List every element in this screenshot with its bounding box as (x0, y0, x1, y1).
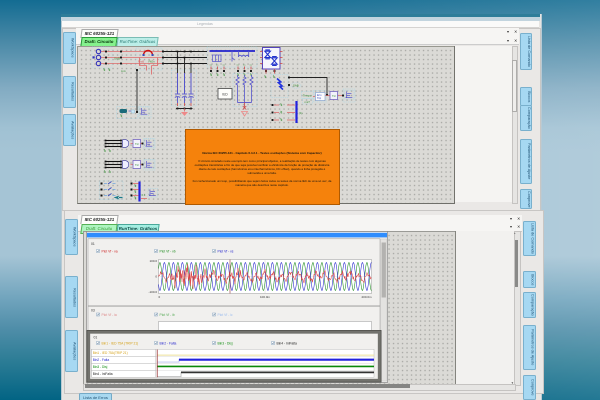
svg-text:Td: Td (332, 94, 336, 98)
svg-text:(1): (1) (299, 111, 302, 115)
svg-text:Bin4 - IniFalta: Bin4 - IniFalta (277, 342, 298, 346)
svg-text:Bin4 - IniFalta: Bin4 - IniFalta (93, 372, 113, 376)
svg-text:Plot Vf - ic: Plot Vf - ic (218, 313, 233, 317)
svg-text:Bin2 - Falta: Bin2 - Falta (160, 342, 177, 346)
svg-text:va: va (210, 65, 213, 67)
svg-text:ms?: ms? (305, 100, 311, 104)
svg-text:-100.0: -100.0 (148, 290, 157, 294)
svg-text:Bin1 - IED 75A(TRIP 21): Bin1 - IED 75A(TRIP 21) (93, 351, 128, 355)
svg-text:Tempo: Tempo (303, 94, 312, 98)
svg-text:Td: Td (135, 142, 139, 146)
svg-text:Bin1 - IED 75A (TRIP 21): Bin1 - IED 75A (TRIP 21) (102, 342, 139, 346)
svg-text:Bin3 - Disj: Bin3 - Disj (93, 365, 108, 369)
svg-text:va: va (243, 65, 246, 67)
svg-text:Plot Vf - va: Plot Vf - va (102, 250, 118, 254)
svg-text:IED: IED (222, 93, 228, 97)
svg-text:PhaB: PhaB (138, 61, 144, 64)
svg-text:Plot Vf - ia: Plot Vf - ia (102, 313, 117, 317)
svg-text:03: 03 (91, 309, 95, 313)
svg-text:Bin2 - Falta: Bin2 - Falta (93, 358, 110, 362)
svg-text:6.1: 6.1 (142, 193, 146, 197)
svg-text:va: va (237, 65, 240, 67)
svg-text:va: va (216, 65, 219, 67)
svg-text:va: va (250, 65, 253, 67)
svg-text:01: 01 (94, 336, 98, 340)
svg-text:FltOn: FltOn (149, 61, 156, 64)
svg-text:Bin3 - Disj: Bin3 - Disj (218, 342, 233, 346)
svg-text:Trip: Trip (317, 97, 322, 100)
svg-text:SAB: SAB (293, 84, 299, 88)
svg-text:200.0m: 200.0m (361, 295, 372, 299)
svg-text:100.0: 100.0 (149, 259, 157, 263)
svg-text:Td: Td (135, 163, 139, 167)
svg-text:Plot Vf - vs: Plot Vf - vs (218, 250, 234, 254)
svg-text:va: va (223, 65, 226, 67)
svg-text:100.0m: 100.0m (260, 295, 271, 299)
svg-text:Plot Vf - ib: Plot Vf - ib (160, 313, 175, 317)
svg-text:Plot Vf - vb: Plot Vf - vb (160, 250, 176, 254)
svg-text:01: 01 (91, 242, 95, 246)
svg-text:SAB: SAB (114, 57, 120, 61)
svg-text:A-G: A-G (121, 69, 126, 73)
